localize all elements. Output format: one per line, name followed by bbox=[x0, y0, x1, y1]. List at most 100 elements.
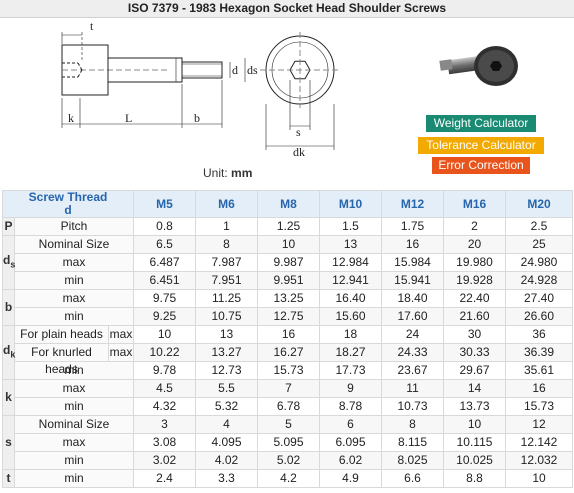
table-row: min 3.02 4.02 5.02 6.02 8.025 10.025 12.032 bbox=[3, 451, 574, 470]
table-cell: 8.025 bbox=[381, 451, 445, 470]
header-sub: d bbox=[64, 203, 72, 217]
table-cell: 21.60 bbox=[443, 307, 507, 326]
tolerance-calculator-button[interactable]: Tolerance Calculator bbox=[418, 137, 544, 154]
size-header-m10: M10 bbox=[319, 190, 383, 218]
row-label: min bbox=[13, 361, 135, 380]
table-cell: 12.984 bbox=[319, 253, 383, 272]
table-cell: 30 bbox=[443, 325, 507, 344]
table-cell: 18 bbox=[319, 325, 383, 344]
size-header-m16: M16 bbox=[443, 190, 507, 218]
table-cell: 10.22 bbox=[133, 343, 197, 362]
row-symbol-k: k bbox=[2, 379, 15, 416]
table-header-row: Screw Thread d M5 M6 M8 M10 M12 M16 M20 bbox=[1, 190, 574, 218]
unit-note: Unit: mm bbox=[203, 166, 252, 180]
table-cell: 8.8 bbox=[443, 469, 507, 488]
table-cell: 26.60 bbox=[505, 307, 574, 326]
table-cell: 0.8 bbox=[133, 217, 197, 236]
table-cell: 10 bbox=[505, 469, 574, 488]
weight-calculator-button[interactable]: Weight Calculator bbox=[426, 115, 536, 132]
row-label-text: For knurled heads bbox=[15, 344, 110, 376]
table-cell: 13 bbox=[195, 325, 259, 344]
table-cell: 5.02 bbox=[257, 451, 321, 470]
table-row: min 4.32 5.32 6.78 8.78 10.73 13.73 15.73 bbox=[3, 397, 574, 416]
table-cell: 9.75 bbox=[133, 289, 197, 308]
table-row: ds Nominal Size 6.5 8 10 13 16 20 25 bbox=[2, 235, 574, 290]
table-cell: 24.980 bbox=[505, 253, 574, 272]
table-cell: 16 bbox=[505, 379, 574, 398]
size-header-m6: M6 bbox=[195, 190, 259, 218]
split-label: For knurled heads max bbox=[15, 344, 133, 376]
error-correction-button[interactable]: Error Correction bbox=[432, 157, 530, 174]
size-header-m20: M20 bbox=[505, 190, 574, 218]
table-cell: 29.67 bbox=[443, 361, 507, 380]
table-cell: 10 bbox=[257, 235, 321, 254]
table-cell: 12 bbox=[505, 415, 574, 434]
table-cell: 6.6 bbox=[381, 469, 445, 488]
size-header-m12: M12 bbox=[381, 190, 445, 218]
row-label: min bbox=[13, 307, 135, 326]
table-row: min 6.451 7.951 9.951 12.941 15.941 19.928 24.9… bbox=[3, 271, 574, 290]
row-symbol-dk: dk bbox=[2, 325, 15, 380]
symbol-main: k bbox=[5, 390, 12, 404]
table-cell: 24.928 bbox=[505, 271, 574, 290]
table-cell: 10 bbox=[133, 325, 197, 344]
table-cell: 5 bbox=[257, 415, 321, 434]
row-label: max bbox=[13, 289, 135, 308]
size-header-m8: M8 bbox=[257, 190, 321, 218]
table-cell: 12.142 bbox=[505, 433, 574, 452]
product-photo bbox=[439, 46, 518, 86]
unit-label: Unit: bbox=[203, 166, 228, 180]
table-cell: 6.487 bbox=[133, 253, 197, 272]
table-cell: 16 bbox=[381, 235, 445, 254]
symbol-main: s bbox=[5, 435, 12, 449]
table-row: For knurled heads max 10.22 13.27 16.27 18.27… bbox=[3, 343, 574, 376]
header-screw-thread: Screw Thread d bbox=[1, 190, 135, 218]
symbol-main: b bbox=[4, 300, 13, 314]
dim-label-t: t bbox=[90, 19, 94, 33]
table-cell: 3.02 bbox=[133, 451, 197, 470]
table-cell: 35.61 bbox=[505, 361, 574, 380]
table-cell: 8 bbox=[195, 235, 259, 254]
table-cell: 6.78 bbox=[257, 397, 321, 416]
table-cell: 5.095 bbox=[257, 433, 321, 452]
table-cell: 36 bbox=[505, 325, 574, 344]
table-cell: 8.78 bbox=[319, 397, 383, 416]
table-cell: 13.25 bbox=[257, 289, 321, 308]
symbol-sub: s bbox=[10, 259, 16, 270]
table-cell: 15.984 bbox=[381, 253, 445, 272]
table-cell: 2 bbox=[443, 217, 507, 236]
table-cell: 30.33 bbox=[443, 343, 507, 362]
table-row: max 3.08 4.095 5.095 6.095 8.115 10.115 12.142 bbox=[3, 433, 574, 452]
table-row: t min 2.4 3.3 4.2 4.9 6.6 8.8 10 bbox=[2, 469, 574, 488]
table-cell: 3.3 bbox=[195, 469, 259, 488]
table-cell: 19.980 bbox=[443, 253, 507, 272]
row-label: For plain heads max bbox=[13, 325, 135, 344]
table-row: dk For plain heads max 10 13 16 18 24 30 36 bbox=[2, 325, 574, 380]
technical-drawing: t k L b d ds s dk bbox=[61, 19, 340, 159]
table-cell: 11 bbox=[381, 379, 445, 398]
table-cell: 1 bbox=[195, 217, 259, 236]
row-label: max bbox=[13, 253, 135, 272]
table-cell: 1.75 bbox=[381, 217, 445, 236]
table-cell: 9 bbox=[319, 379, 383, 398]
table-cell: 7.951 bbox=[195, 271, 259, 290]
table-cell: 4.5 bbox=[133, 379, 197, 398]
table-cell: 4 bbox=[195, 415, 259, 434]
row-label: max bbox=[13, 433, 135, 452]
split-label: For plain heads max bbox=[15, 326, 133, 343]
table-row: b max 9.75 11.25 13.25 16.40 18.40 22.40 27.40 bbox=[2, 289, 574, 326]
row-label: min bbox=[13, 469, 135, 488]
table-cell: 27.40 bbox=[505, 289, 574, 308]
table-cell: 4.2 bbox=[257, 469, 321, 488]
table-cell: 24 bbox=[381, 325, 445, 344]
table-cell: 1.5 bbox=[319, 217, 383, 236]
table-cell: 5.32 bbox=[195, 397, 259, 416]
dim-label-dk: dk bbox=[293, 145, 305, 159]
table-cell: 6.095 bbox=[319, 433, 383, 452]
dim-label-L: L bbox=[125, 111, 132, 125]
table-cell: 4.32 bbox=[133, 397, 197, 416]
table-row: min 9.78 12.73 15.73 17.73 23.67 29.67 35.61 bbox=[3, 361, 574, 380]
row-label: Nominal Size bbox=[13, 235, 135, 254]
table-cell: 17.60 bbox=[381, 307, 445, 326]
table-row: s Nominal Size 3 4 5 6 8 10 12 bbox=[2, 415, 574, 470]
